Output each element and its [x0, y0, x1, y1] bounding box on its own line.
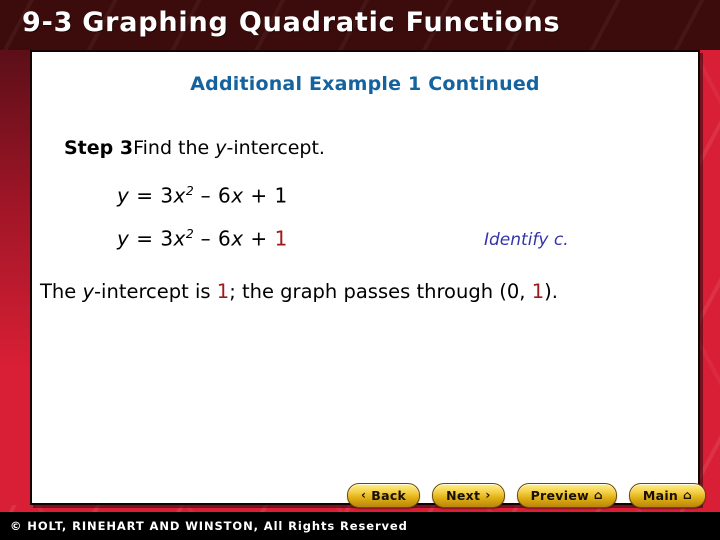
eq2-constant-highlight: 1: [274, 226, 288, 251]
concl-part1: The: [40, 280, 83, 303]
chevron-right-icon: ›: [485, 488, 491, 502]
concl-part4: ).: [544, 280, 558, 303]
copyright-text: © HOLT, RINEHART AND WINSTON, All Rights…: [10, 519, 408, 533]
eq1-eq: = 3: [129, 183, 174, 208]
slide-root: 9-3 Graphing Quadratic Functions Addition…: [0, 0, 720, 540]
chevron-left-icon: ‹: [361, 488, 367, 502]
step-text-after: -intercept.: [226, 137, 325, 159]
eq2-lhs: y: [117, 226, 130, 251]
next-button[interactable]: Next ›: [432, 482, 505, 508]
eq1-var: x: [173, 183, 186, 208]
slide-header: 9-3 Graphing Quadratic Functions: [0, 0, 720, 50]
eq2-plus: +: [243, 226, 275, 251]
eq2-var: x: [173, 226, 186, 251]
main-button-label: Main: [642, 487, 679, 503]
eq1-mid: – 6: [193, 183, 232, 208]
back-button-label: Back: [371, 487, 407, 503]
eq2-eq: = 3: [129, 226, 174, 251]
concl-part2: -intercept is: [94, 280, 217, 303]
eq1-var2: x: [231, 183, 244, 208]
page-title: 9-3 Graphing Quadratic Functions: [22, 7, 560, 38]
home-icon: ⌂: [683, 488, 692, 502]
step-text-before: Find the: [133, 137, 216, 159]
left-accent-rail: [0, 50, 30, 505]
preview-button-label: Preview: [530, 487, 589, 503]
eq1-exponent: 2: [185, 183, 194, 198]
equation-original: y = 3x2 – 6x + 1: [117, 183, 288, 208]
conclusion-statement: The y-intercept is 1; the graph passes t…: [40, 280, 558, 303]
step-variable: y: [215, 137, 227, 159]
identify-c-annotation: Identify c.: [484, 230, 569, 250]
step-instruction: Step 3Find the y-intercept.: [64, 137, 325, 159]
step-label: Step 3: [64, 137, 134, 159]
equation-highlighted: y = 3x2 – 6x + 1: [117, 226, 288, 251]
lesson-number: 9-3: [22, 7, 74, 38]
back-button[interactable]: ‹ Back: [347, 482, 421, 508]
preview-button[interactable]: Preview ⌂: [516, 482, 617, 508]
main-button[interactable]: Main ⌂: [628, 482, 706, 508]
footer-bar: © HOLT, RINEHART AND WINSTON, All Rights…: [0, 512, 720, 540]
eq2-mid: – 6: [193, 226, 232, 251]
next-button-label: Next: [446, 487, 481, 503]
concl-value-2: 1: [531, 280, 545, 303]
concl-variable: y: [82, 280, 95, 303]
content-panel: Additional Example 1 Continued Step 3Fin…: [30, 50, 700, 505]
eq1-tail: + 1: [243, 183, 288, 208]
example-heading: Additional Example 1 Continued: [190, 73, 540, 95]
lesson-title: Graphing Quadratic Functions: [82, 7, 561, 38]
eq2-var2: x: [231, 226, 244, 251]
eq1-lhs: y: [117, 183, 130, 208]
eq2-exponent: 2: [185, 226, 194, 241]
concl-part3: ; the graph passes through (0,: [229, 280, 532, 303]
navigation-bar: ‹ Back Next › Preview ⌂ Main ⌂: [0, 481, 720, 509]
home-icon: ⌂: [593, 488, 603, 502]
concl-value-1: 1: [216, 280, 230, 303]
